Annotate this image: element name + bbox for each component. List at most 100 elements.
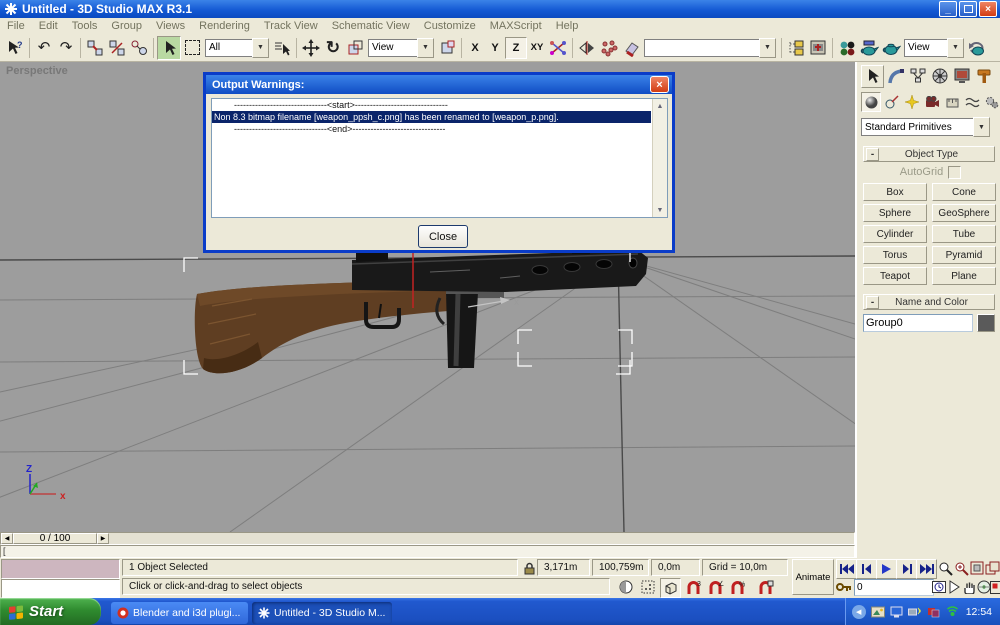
cone-button[interactable]: Cone bbox=[932, 183, 996, 201]
schematic-view-icon[interactable] bbox=[807, 37, 829, 59]
sphere-button[interactable]: Sphere bbox=[863, 204, 927, 222]
menu-rendering[interactable]: Rendering bbox=[199, 20, 250, 32]
start-button[interactable]: Start bbox=[0, 598, 101, 625]
scroll-up-icon[interactable]: ▲ bbox=[653, 99, 667, 113]
name-color-rollout[interactable]: - Name and Color bbox=[863, 294, 995, 310]
box-button[interactable]: Box bbox=[863, 183, 927, 201]
key-mode-icon[interactable] bbox=[836, 578, 852, 596]
tray-display-icon[interactable] bbox=[890, 606, 903, 618]
tray-security-icon[interactable] bbox=[927, 606, 941, 618]
primitive-category-dropdown[interactable]: Standard Primitives ▼ bbox=[861, 118, 1000, 136]
menu-help[interactable]: Help bbox=[556, 20, 579, 32]
min-max-toggle-icon[interactable] bbox=[990, 578, 1000, 596]
menu-file[interactable]: File bbox=[7, 20, 25, 32]
next-frame-button[interactable] bbox=[896, 559, 917, 579]
zoom-extents-all-icon[interactable] bbox=[985, 559, 1000, 577]
taskbar-task-3dsmax[interactable]: Untitled - 3D Studio M... bbox=[252, 602, 392, 624]
track-view-icon[interactable] bbox=[785, 37, 807, 59]
tab-utilities[interactable] bbox=[973, 65, 994, 87]
tray-image-icon[interactable] bbox=[871, 606, 885, 618]
category-systems-icon[interactable] bbox=[983, 93, 1000, 111]
time-configuration-icon[interactable] bbox=[932, 578, 946, 596]
tube-button[interactable]: Tube bbox=[932, 225, 996, 243]
spinner-snap-icon[interactable] bbox=[756, 578, 775, 596]
category-lights-icon[interactable] bbox=[903, 93, 921, 111]
category-helpers-icon[interactable] bbox=[943, 93, 961, 111]
zoom-all-icon[interactable] bbox=[954, 559, 969, 577]
go-to-start-button[interactable] bbox=[836, 559, 857, 579]
restrict-xy-button[interactable]: XY bbox=[527, 38, 547, 58]
list-item[interactable]: -------------------------------<start>--… bbox=[212, 99, 667, 111]
object-name-input[interactable] bbox=[863, 314, 973, 332]
menu-tools[interactable]: Tools bbox=[72, 20, 98, 32]
animate-button[interactable]: Animate bbox=[792, 559, 834, 595]
render-type-dropdown[interactable]: View ▼ bbox=[904, 39, 964, 57]
tab-modify[interactable] bbox=[885, 65, 906, 87]
category-shapes-icon[interactable] bbox=[883, 93, 901, 111]
zoom-icon[interactable] bbox=[938, 559, 953, 577]
track-bar[interactable]: [ bbox=[0, 545, 855, 558]
geosphere-button[interactable]: GeoSphere bbox=[932, 204, 996, 222]
category-spacewarps-icon[interactable] bbox=[963, 93, 981, 111]
menu-group[interactable]: Group bbox=[111, 20, 142, 32]
snap-nodes-icon[interactable] bbox=[547, 37, 569, 59]
category-geometry-icon[interactable] bbox=[861, 92, 881, 112]
object-type-rollout[interactable]: - Object Type bbox=[863, 146, 995, 162]
maxscript-mini-listener-pink[interactable] bbox=[1, 559, 120, 579]
time-slider-handle[interactable]: 0 / 100 bbox=[13, 533, 97, 544]
taskbar-task-blender[interactable]: Blender and i3d plugi... bbox=[111, 602, 248, 624]
render-scene-icon[interactable] bbox=[858, 37, 880, 59]
cylinder-button[interactable]: Cylinder bbox=[863, 225, 927, 243]
minimize-button[interactable]: _ bbox=[939, 1, 957, 17]
autogrid-checkbox[interactable] bbox=[948, 166, 961, 179]
menu-maxscript[interactable]: MAXScript bbox=[490, 20, 542, 32]
scroll-down-icon[interactable]: ▼ bbox=[653, 203, 667, 217]
previous-frame-button[interactable] bbox=[856, 559, 877, 579]
snap-toggle-3d-icon[interactable] bbox=[660, 578, 681, 598]
region-select-icon[interactable] bbox=[181, 37, 203, 59]
tab-create[interactable] bbox=[861, 65, 884, 88]
time-slider-prev-icon[interactable]: ◀ bbox=[1, 533, 13, 544]
named-selection-dropdown[interactable]: ▼ bbox=[644, 39, 776, 57]
category-cameras-icon[interactable] bbox=[923, 93, 941, 111]
list-item-selected[interactable]: Non 8.3 bitmap filename [weapon_ppsh_c.p… bbox=[212, 111, 651, 123]
menu-views[interactable]: Views bbox=[156, 20, 185, 32]
restrict-y-button[interactable]: Y bbox=[485, 38, 505, 58]
select-and-move-icon[interactable] bbox=[300, 37, 322, 59]
time-slider-next-icon[interactable]: ▶ bbox=[97, 533, 109, 544]
tray-network-icon[interactable] bbox=[908, 606, 922, 618]
menu-customize[interactable]: Customize bbox=[424, 20, 476, 32]
maxscript-mini-listener-white[interactable] bbox=[1, 579, 120, 598]
unlink-selection-icon[interactable] bbox=[106, 37, 128, 59]
go-to-end-button[interactable] bbox=[916, 559, 937, 579]
degradation-override-icon[interactable] bbox=[616, 578, 635, 596]
menu-edit[interactable]: Edit bbox=[39, 20, 58, 32]
selection-filter-dropdown[interactable]: All ▼ bbox=[205, 39, 269, 57]
quick-render-icon[interactable] bbox=[880, 37, 902, 59]
tab-display[interactable] bbox=[951, 65, 972, 87]
mirror-icon[interactable] bbox=[576, 37, 598, 59]
restrict-z-button[interactable]: Z bbox=[505, 37, 527, 59]
render-last-icon[interactable] bbox=[966, 37, 988, 59]
select-by-name-icon[interactable] bbox=[271, 37, 293, 59]
snap-magnet-3d-icon[interactable]: 3 bbox=[684, 578, 703, 596]
dialog-close-button[interactable]: × bbox=[650, 76, 669, 93]
use-pivot-center-icon[interactable] bbox=[436, 37, 458, 59]
object-color-swatch[interactable] bbox=[977, 314, 995, 332]
restore-button[interactable] bbox=[959, 1, 977, 17]
help-mode-icon[interactable]: ? bbox=[4, 37, 26, 59]
pyramid-button[interactable]: Pyramid bbox=[932, 246, 996, 264]
menu-track-view[interactable]: Track View bbox=[264, 20, 318, 32]
play-button[interactable] bbox=[876, 559, 897, 579]
align-icon[interactable] bbox=[620, 37, 642, 59]
zoom-extents-icon[interactable] bbox=[970, 559, 985, 577]
dialog-close-action-button[interactable]: Close bbox=[418, 225, 468, 248]
redo-icon[interactable]: ↷ bbox=[55, 37, 77, 59]
select-and-link-icon[interactable] bbox=[84, 37, 106, 59]
menu-schematic-view[interactable]: Schematic View bbox=[332, 20, 410, 32]
tab-hierarchy[interactable] bbox=[907, 65, 928, 87]
teapot-button[interactable]: Teapot bbox=[863, 267, 927, 285]
listbox-scrollbar[interactable]: ▲ ▼ bbox=[652, 99, 667, 217]
select-object-icon[interactable] bbox=[157, 36, 181, 60]
time-slider-track[interactable]: ◀ 0 / 100 ▶ bbox=[0, 532, 855, 545]
